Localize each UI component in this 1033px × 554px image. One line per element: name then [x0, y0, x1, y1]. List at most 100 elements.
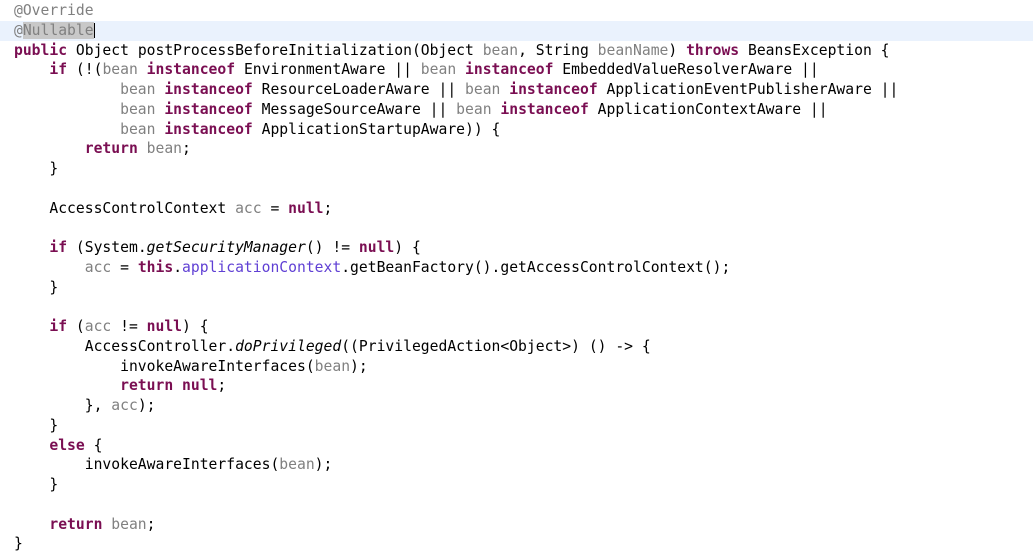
punct-open-brace: {	[84, 436, 103, 454]
selected-text-nullable[interactable]: Nullable	[22, 21, 94, 39]
code-line-15[interactable]: }	[0, 278, 1033, 298]
var-acc: acc	[84, 318, 112, 335]
operator-notequals: !=	[111, 318, 147, 335]
keyword-return: return	[49, 515, 103, 533]
code-line-13[interactable]: if (System.getSecurityManager() != null)…	[0, 238, 1033, 258]
code-line-21[interactable]: }, acc);	[0, 396, 1033, 416]
keyword-return: return	[84, 140, 138, 158]
punct-open-brace: ) {	[182, 318, 209, 335]
code-line-2-current[interactable]: @Nullable	[0, 20, 1033, 41]
operator-or: ||	[420, 100, 457, 118]
punct-semicolon: ;	[217, 377, 227, 395]
code-line-10-blank[interactable]	[0, 179, 1033, 199]
code-line-24[interactable]: invokeAwareInterfaces(bean);	[0, 455, 1033, 475]
method-getbeanfactory: getBeanFactory	[350, 258, 474, 276]
blank	[14, 496, 23, 513]
var-acc: acc	[84, 258, 112, 276]
type-applicationstartupaware: ApplicationStartupAware	[261, 120, 466, 138]
param-type-string: String	[535, 41, 589, 59]
var-acc: acc	[235, 199, 262, 217]
var-bean: bean	[279, 456, 315, 474]
code-line-22[interactable]: }	[0, 416, 1033, 436]
code-line-28[interactable]: }	[0, 534, 1033, 554]
operator-or: ||	[429, 81, 466, 98]
code-line-26-blank[interactable]	[0, 495, 1033, 515]
type-embeddedvalueresolveraware: EmbeddedValueResolverAware	[562, 61, 793, 79]
punct-open-brace: ) {	[394, 239, 421, 256]
keyword-null: null	[182, 377, 218, 395]
code-line-17[interactable]: if (acc != null) {	[0, 317, 1033, 337]
operator-or: ||	[801, 100, 828, 118]
operator-or: ||	[871, 81, 899, 98]
code-line-4[interactable]: if (!(bean instanceof EnvironmentAware |…	[0, 60, 1033, 80]
punct-end: );	[137, 397, 156, 414]
punct-dot: .	[226, 337, 236, 355]
keyword-return: return	[120, 377, 174, 395]
code-line-18[interactable]: AccessController.doPrivileged((Privilege…	[0, 337, 1033, 357]
var-acc: acc	[111, 397, 138, 414]
var-bean: bean	[102, 61, 138, 79]
code-line-3[interactable]: public Object postProcessBeforeInitializ…	[0, 41, 1033, 61]
type-applicationeventpublisheraware: ApplicationEventPublisherAware	[606, 81, 872, 98]
lambda-arrow: () -> {	[588, 337, 651, 355]
blank	[14, 298, 23, 315]
punct-end: );	[314, 456, 333, 474]
type-beansexception: BeansException	[748, 41, 872, 59]
code-line-8[interactable]: return bean;	[0, 139, 1033, 159]
code-line-7[interactable]: bean instanceof ApplicationStartupAware)…	[0, 120, 1033, 140]
operator-assign: =	[111, 258, 138, 276]
punct-close: )) {	[465, 120, 501, 138]
method-invokeawareinterfaces: invokeAwareInterfaces	[84, 456, 271, 474]
keyword-instanceof: instanceof	[164, 81, 253, 98]
code-line-16-blank[interactable]	[0, 297, 1033, 317]
punct-open-brace: {	[871, 41, 890, 59]
punct: (!(	[67, 61, 103, 79]
type-accesscontroller: AccessController	[84, 337, 227, 355]
code-line-19[interactable]: invokeAwareInterfaces(bean);	[0, 357, 1033, 377]
punct-comma: ,	[518, 41, 536, 59]
keyword-throws: throws	[686, 41, 740, 59]
code-line-9[interactable]: }	[0, 159, 1033, 179]
code-line-27[interactable]: return bean;	[0, 515, 1033, 535]
code-line-20[interactable]: return null;	[0, 376, 1033, 396]
blank	[14, 219, 23, 236]
punct-open-paren: (	[270, 456, 280, 474]
type-accesscontrolcontext: AccessControlContext	[49, 199, 227, 217]
punct-semicolon: ;	[323, 199, 333, 217]
code-line-11[interactable]: AccessControlContext acc = null;	[0, 199, 1033, 219]
keyword-instanceof: instanceof	[509, 81, 598, 98]
punct-close-paren: )	[668, 41, 687, 59]
code-line-12-blank[interactable]	[0, 218, 1033, 238]
type-environmentaware: EnvironmentAware	[243, 61, 386, 79]
code-line-23[interactable]: else {	[0, 436, 1033, 456]
code-line-6[interactable]: bean instanceof MessageSourceAware || be…	[0, 100, 1033, 120]
punct-end: ();	[703, 258, 731, 276]
code-line-5[interactable]: bean instanceof ResourceLoaderAware || b…	[0, 80, 1033, 100]
static-method-doprivileged: doPrivileged	[235, 337, 342, 355]
close-brace: }	[14, 416, 59, 434]
punct-close-cast: )	[571, 337, 589, 355]
code-line-25[interactable]: }	[0, 475, 1033, 495]
code-editor-viewport[interactable]: @Override @Nullable public Object postPr…	[0, 0, 1033, 552]
code-line-14[interactable]: acc = this.applicationContext.getBeanFac…	[0, 258, 1033, 278]
punct-open-paren: (	[67, 318, 85, 335]
code-line-1[interactable]: @Override	[0, 1, 1033, 21]
method-getaccesscontrolcontext: getAccessControlContext	[500, 258, 704, 276]
type-applicationcontextaware: ApplicationContextAware	[597, 100, 802, 118]
keyword-this: this	[137, 258, 174, 276]
